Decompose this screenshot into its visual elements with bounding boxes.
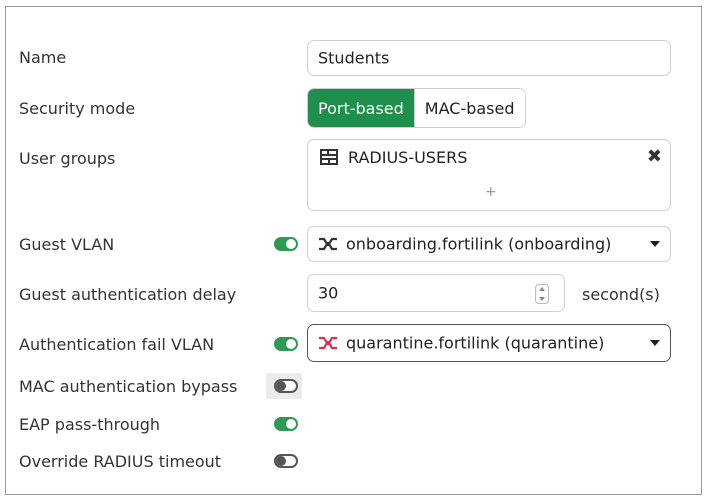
guest-vlan-value: onboarding.fortilink (onboarding) (346, 234, 612, 254)
port-based-option[interactable]: Port-based (308, 89, 414, 127)
name-input-value: Students (318, 48, 390, 68)
auth-fail-vlan-value: quarantine.fortilink (quarantine) (346, 333, 605, 353)
guest-vlan-toggle[interactable] (274, 237, 298, 251)
group-icon (320, 149, 338, 169)
network-interface-icon (318, 236, 338, 256)
guest-auth-delay-label: Guest authentication delay (19, 285, 237, 304)
user-groups-label: User groups (19, 149, 116, 168)
mac-bypass-toggle[interactable] (274, 379, 298, 393)
remove-user-group-button[interactable]: ✖ (647, 146, 662, 167)
name-input[interactable]: Students (307, 40, 671, 76)
auth-fail-vlan-toggle[interactable] (274, 337, 298, 351)
chevron-down-icon (650, 340, 660, 346)
mac-bypass-label: MAC authentication bypass (19, 377, 238, 396)
network-interface-icon (318, 335, 338, 355)
security-mode-label: Security mode (19, 99, 136, 118)
eap-passthrough-label: EAP pass-through (19, 415, 161, 434)
user-group-item[interactable]: RADIUS-USERS (348, 148, 467, 167)
eap-passthrough-toggle[interactable] (274, 417, 298, 431)
mac-based-option[interactable]: MAC-based (413, 89, 525, 127)
auth-fail-vlan-select[interactable]: quarantine.fortilink (quarantine) (307, 324, 671, 362)
guest-auth-delay-unit: second(s) (582, 285, 660, 304)
guest-vlan-select[interactable]: onboarding.fortilink (onboarding) (307, 226, 671, 262)
guest-vlan-label: Guest VLAN (19, 235, 115, 254)
guest-auth-delay-input[interactable]: 30 (307, 274, 565, 312)
name-label: Name (19, 48, 67, 67)
user-groups-field[interactable]: RADIUS-USERS ✖ + (307, 139, 671, 211)
add-user-group-button[interactable]: + (485, 184, 497, 200)
override-radius-label: Override RADIUS timeout (19, 452, 222, 471)
security-mode-toggle: Port-based MAC-based (307, 88, 526, 128)
override-radius-toggle[interactable] (274, 454, 298, 468)
guest-auth-delay-value: 30 (318, 283, 339, 303)
number-stepper-icon[interactable] (535, 284, 549, 304)
auth-fail-vlan-label: Authentication fail VLAN (19, 335, 215, 354)
chevron-down-icon (650, 241, 660, 247)
